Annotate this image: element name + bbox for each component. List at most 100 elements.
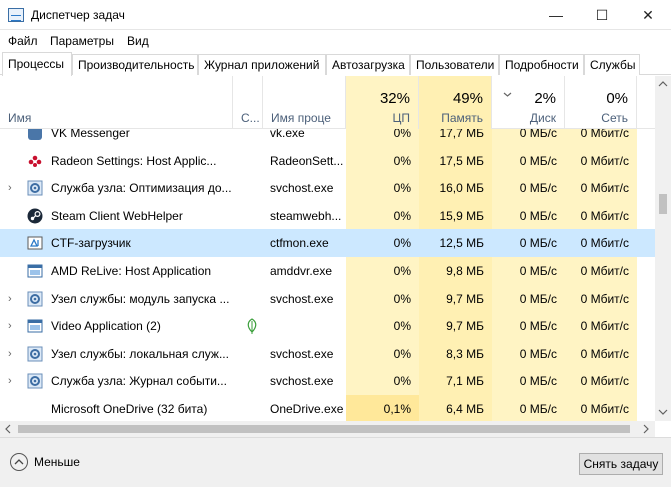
network-value: 0 Мбит/с <box>565 284 637 313</box>
process-name: Служба узла: Журнал событи... <box>51 374 227 389</box>
col-name-label: Имя <box>8 111 32 125</box>
cpu-value: 0% <box>346 129 419 147</box>
col-procname[interactable]: Имя проце <box>263 76 346 129</box>
chevron-up-circle-icon <box>10 453 28 471</box>
menu-view[interactable]: Вид <box>127 34 149 48</box>
col-memory-label: Память <box>441 111 483 125</box>
radeon-icon <box>27 153 43 169</box>
tab-processes[interactable]: Процессы <box>2 52 72 76</box>
table-row[interactable]: › Video Application (2) 0% 9,7 МБ 0 МБ/с 0 Мб… <box>0 312 655 341</box>
cpu-value: 0% <box>346 174 419 203</box>
col-memory[interactable]: 49% Память <box>419 76 512 129</box>
network-value: 0 Мбит/с <box>580 236 629 251</box>
process-name: Служба узла: Оптимизация до... <box>51 181 231 196</box>
table-row[interactable]: Steam Client WebHelper steamwebh... 0% 15,9… <box>0 201 655 230</box>
col-procname-label: Имя проце <box>271 111 331 125</box>
tab-performance[interactable]: Производительность <box>72 54 198 75</box>
maximize-button[interactable]: ☐ <box>579 0 625 30</box>
expand-chevron-icon[interactable]: › <box>8 312 12 340</box>
scroll-thumb <box>659 194 667 214</box>
col-status[interactable]: С... <box>233 76 263 129</box>
disk-value: 0 МБ/с <box>492 367 565 396</box>
memory-value: 8,3 МБ <box>419 339 492 368</box>
disk-value: 0 МБ/с <box>492 339 565 368</box>
cpu-value: 0% <box>346 284 419 313</box>
table-row[interactable]: Microsoft OneDrive (32 бита) OneDrive.exe… <box>0 395 655 421</box>
col-cpu[interactable]: 32% ЦП <box>346 76 419 129</box>
cpu-value: 0% <box>346 367 419 396</box>
cpu-value: 0% <box>393 236 411 251</box>
footer: Меньше Снять задачу <box>0 437 671 487</box>
cpu-total: 32% <box>379 90 410 107</box>
process-name: Steam Client WebHelper <box>51 208 183 223</box>
process-image-name: svchost.exe <box>270 346 334 361</box>
tab-startup[interactable]: Автозагрузка <box>326 54 410 75</box>
end-task-button[interactable]: Снять задачу <box>579 453 663 475</box>
tab-services[interactable]: Службы <box>584 54 640 75</box>
gear-icon <box>27 291 43 307</box>
col-name[interactable]: Имя <box>0 76 233 129</box>
table-row[interactable]: › Служба узла: Журнал событи... svchost.ex… <box>0 367 655 396</box>
table-row[interactable]: VK Messenger vk.exe 0% 17,7 МБ 0 МБ/с 0 Мбит/… <box>0 129 655 147</box>
disk-value: 0 МБ/с <box>492 257 565 285</box>
table-row[interactable]: CTF-загрузчик ctfmon.exe 0% 12,5 МБ 0 МБ/с 0 … <box>0 229 655 258</box>
minimize-button[interactable]: — <box>533 0 579 30</box>
vertical-scrollbar[interactable] <box>655 76 671 421</box>
expand-chevron-icon[interactable]: › <box>8 285 12 313</box>
table-row[interactable]: Radeon Settings: Host Applic... RadeonSet… <box>0 146 655 175</box>
process-name: AMD ReLive: Host Application <box>51 264 212 278</box>
process-image-name <box>270 312 345 340</box>
expand-chevron-icon[interactable]: › <box>8 367 12 395</box>
process-image-name: amddvr.exe <box>270 264 333 278</box>
tab-details[interactable]: Подробности <box>499 54 584 75</box>
scroll-thumb-h <box>18 425 630 433</box>
process-name: Узел службы: модуль запуска ... <box>51 291 230 306</box>
memory-value: 9,8 МБ <box>419 257 492 285</box>
expand-chevron-icon[interactable]: › <box>8 340 12 368</box>
process-image-name: svchost.exe <box>270 181 334 196</box>
cpu-value: 0% <box>346 257 419 285</box>
memory-value: 9,7 МБ <box>419 284 492 313</box>
tab-app-history[interactable]: Журнал приложений <box>198 54 326 75</box>
menu-bar: Файл Параметры Вид <box>0 30 671 52</box>
menu-file[interactable]: Файл <box>8 34 38 48</box>
network-value: 0 Мбит/с <box>565 395 637 421</box>
cpu-value: 0,1% <box>346 395 419 421</box>
scroll-left-icon <box>5 424 11 434</box>
process-list: VK Messenger vk.exe 0% 17,7 МБ 0 МБ/с 0 Мбит/… <box>0 129 655 421</box>
network-value: 0 Мбит/с <box>565 367 637 396</box>
window-icon <box>27 318 43 334</box>
network-value: 0 Мбит/с <box>565 146 637 175</box>
tab-users[interactable]: Пользователи <box>410 54 499 75</box>
vk-icon <box>27 129 43 141</box>
col-disk-label: Диск <box>529 111 556 125</box>
memory-value: 17,7 МБ <box>419 129 492 147</box>
memory-value: 6,4 МБ <box>419 395 492 421</box>
process-name: Microsoft OneDrive (32 бита) <box>51 402 208 416</box>
process-name: Radeon Settings: Host Applic... <box>51 153 217 168</box>
menu-options[interactable]: Параметры <box>50 34 114 48</box>
network-total: 0% <box>606 90 628 107</box>
col-disk[interactable]: 2% Диск <box>492 76 565 129</box>
close-button[interactable]: ✕ <box>625 0 671 30</box>
expand-chevron-icon[interactable]: › <box>8 174 12 202</box>
scroll-down-icon <box>658 409 668 415</box>
memory-value: 17,5 МБ <box>419 146 492 175</box>
cpu-value: 0% <box>346 312 419 341</box>
process-image-name: OneDrive.exe <box>270 402 344 416</box>
network-value: 0 Мбит/с <box>565 174 637 203</box>
steam-icon <box>27 208 43 224</box>
table-row[interactable]: › Служба узла: Оптимизация до... svchost.e… <box>0 174 655 203</box>
memory-value: 15,9 МБ <box>419 201 492 230</box>
process-image-name: RadeonSett... <box>270 153 344 168</box>
gear-icon <box>27 180 43 196</box>
title-bar: Диспетчер задач — ☐ ✕ <box>0 0 671 30</box>
table-row[interactable]: › Узел службы: модуль запуска ... svchost.… <box>0 284 655 313</box>
col-network[interactable]: 0% Сеть <box>565 76 637 129</box>
table-row[interactable]: AMD ReLive: Host Application amddvr.exe 0%… <box>0 257 655 285</box>
horizontal-scrollbar[interactable] <box>0 421 655 437</box>
process-name: VK Messenger <box>51 129 130 140</box>
table-row[interactable]: › Узел службы: локальная служ... svchost.e… <box>0 339 655 368</box>
disk-value: 0 МБ/с <box>492 395 565 421</box>
gear-icon <box>27 346 43 362</box>
